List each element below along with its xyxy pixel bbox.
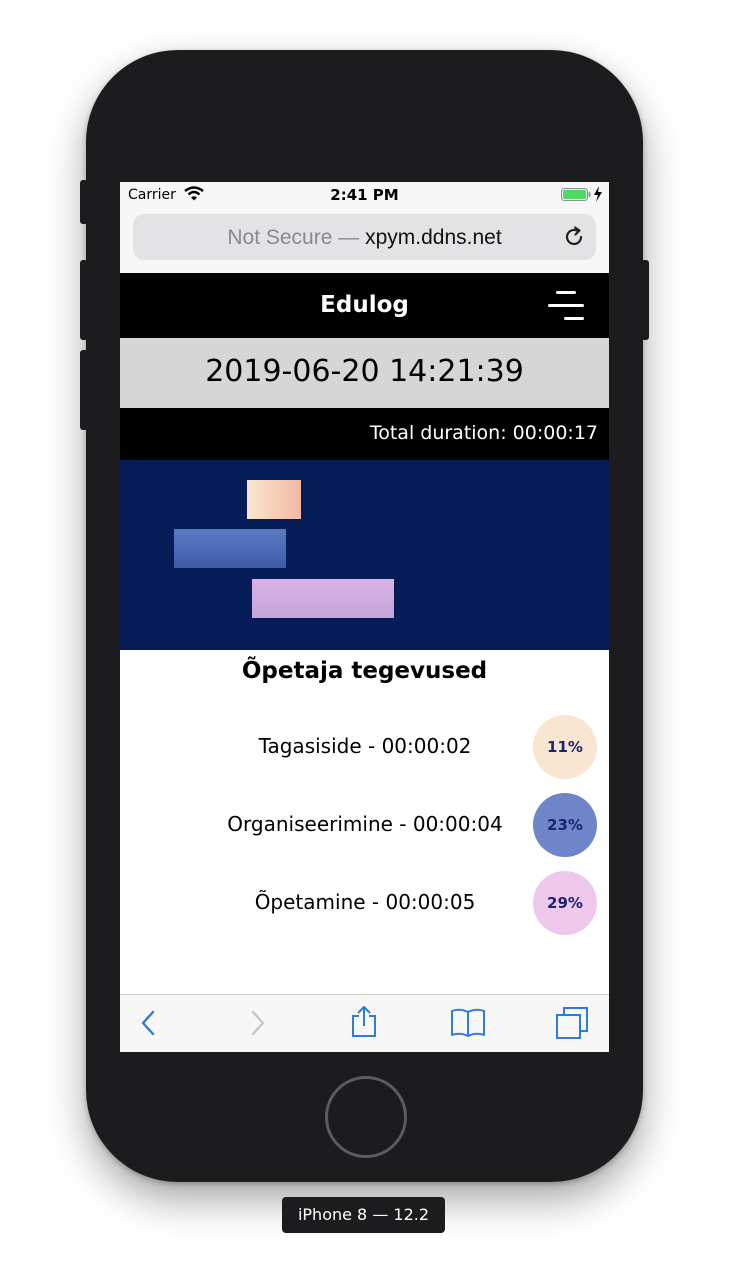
home-button[interactable] bbox=[325, 1076, 407, 1158]
phone-screen: Carrier 2:41 PM Not Secure — xpym.ddns.n… bbox=[120, 182, 609, 1052]
activity-label: Organiseerimine - 00:00:04 bbox=[227, 812, 503, 836]
browser-toolbar bbox=[120, 994, 609, 1052]
back-icon[interactable] bbox=[140, 1009, 156, 1037]
section-title: Õpetaja tegevused bbox=[241, 658, 488, 684]
timeline-bar-organiseerimine bbox=[174, 529, 286, 568]
percent-badge: 11% bbox=[533, 715, 597, 779]
security-label: Not Secure — bbox=[227, 226, 360, 249]
menu-icon[interactable] bbox=[548, 290, 584, 322]
bookmarks-icon[interactable] bbox=[450, 1008, 486, 1038]
address-text: Not Secure — xpym.ddns.net bbox=[133, 226, 596, 250]
total-duration: Total duration: 00:00:17 bbox=[369, 422, 598, 444]
duration-bar: Total duration: 00:00:17 bbox=[120, 408, 609, 460]
address-bar[interactable]: Not Secure — xpym.ddns.net bbox=[133, 214, 596, 260]
mute-switch bbox=[80, 180, 88, 224]
status-time: 2:41 PM bbox=[330, 186, 399, 204]
activity-row: Organiseerimine - 00:00:04 23% bbox=[120, 792, 609, 858]
app-header: Edulog bbox=[120, 273, 609, 338]
forward-icon[interactable] bbox=[250, 1009, 266, 1037]
power-button bbox=[641, 260, 649, 340]
activity-label: Tagasiside - 00:00:02 bbox=[258, 734, 472, 758]
share-icon[interactable] bbox=[351, 1005, 377, 1037]
tabs-icon[interactable] bbox=[555, 1006, 589, 1040]
device-label: iPhone 8 — 12.2 bbox=[282, 1197, 445, 1233]
domain-label: xpym.ddns.net bbox=[365, 226, 502, 249]
session-date-bar: 2019-06-20 14:21:39 bbox=[120, 338, 609, 408]
status-bar: Carrier 2:41 PM bbox=[120, 182, 609, 208]
volume-down-button bbox=[80, 350, 88, 430]
activity-label: Õpetamine - 00:00:05 bbox=[254, 890, 476, 914]
activity-row: Õpetamine - 00:00:05 29% bbox=[120, 870, 609, 936]
browser-address-area: Not Secure — xpym.ddns.net bbox=[120, 208, 609, 273]
volume-up-button bbox=[80, 260, 88, 340]
timeline-bar-opetamine bbox=[252, 579, 394, 618]
charging-icon bbox=[594, 186, 602, 202]
activity-timeline bbox=[120, 460, 609, 650]
percent-badge: 29% bbox=[533, 871, 597, 935]
reload-icon[interactable] bbox=[562, 225, 586, 249]
session-datetime: 2019-06-20 14:21:39 bbox=[205, 354, 524, 389]
percent-badge: 23% bbox=[533, 793, 597, 857]
timeline-bar-tagasiside bbox=[247, 480, 301, 519]
battery-icon bbox=[561, 188, 591, 201]
app-title: Edulog bbox=[320, 292, 409, 318]
activity-row: Tagasiside - 00:00:02 11% bbox=[120, 714, 609, 780]
